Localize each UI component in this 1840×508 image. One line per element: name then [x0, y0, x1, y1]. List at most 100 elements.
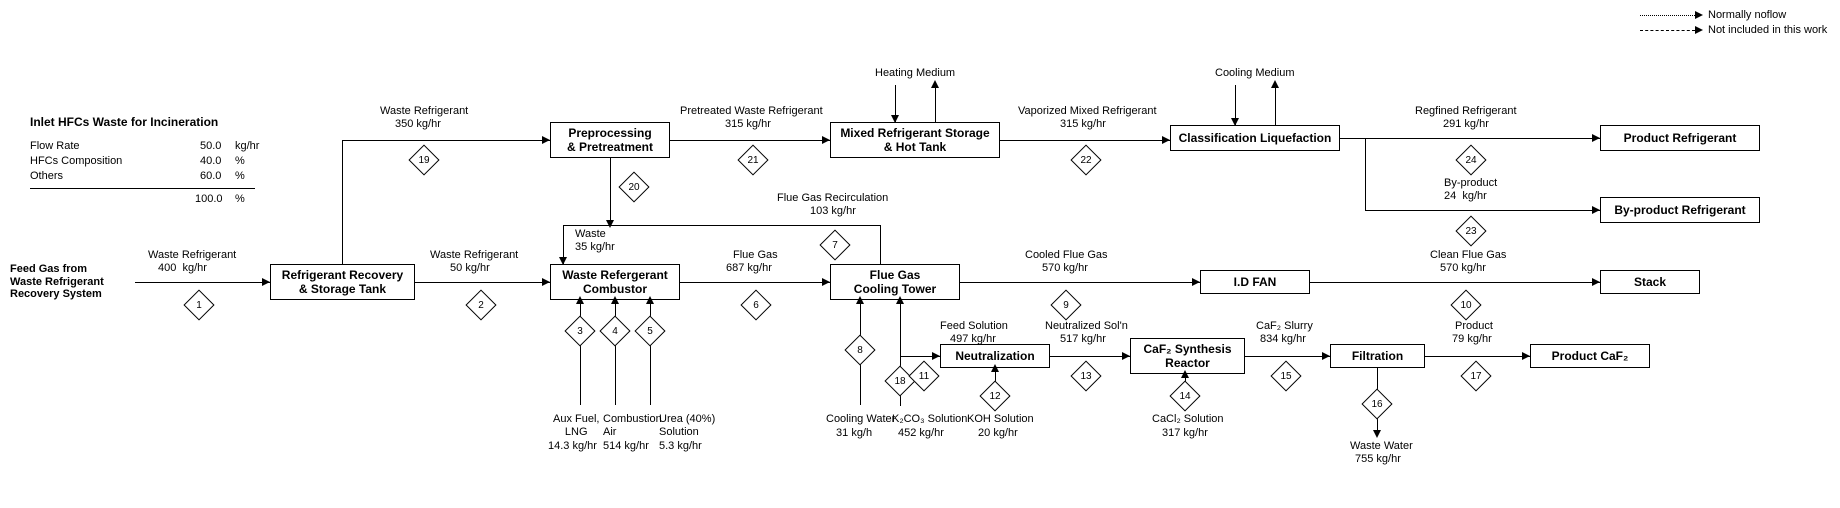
unit-s1: kg/hr: [182, 262, 206, 274]
legend-dashdot-arrow: [1695, 26, 1703, 34]
rate-s10: 570: [1440, 262, 1458, 274]
line-s18-top: [900, 300, 901, 358]
inlet-row-val-2: 60.0: [200, 170, 221, 182]
name-s22: Vaporized Mixed Refrigerant: [1018, 105, 1157, 117]
num-s20: 20: [623, 182, 645, 193]
unit-s22: kg/hr: [1081, 118, 1105, 130]
line-s15: [1245, 356, 1330, 357]
arrow-heating-in: [891, 115, 899, 123]
unit-s13: kg/hr: [1081, 333, 1105, 345]
unit-s21: kg/hr: [746, 118, 770, 130]
unit-s15: kg/hr: [1281, 333, 1305, 345]
num-s17: 17: [1465, 371, 1487, 382]
unit-s23: kg/hr: [1462, 190, 1486, 202]
name-s13: Neutralized Sol'n: [1045, 320, 1128, 332]
num-s14: 14: [1174, 391, 1196, 402]
inlet-row-label-2: Others: [30, 170, 63, 182]
name-s21: Pretreated Waste Refrigerant: [680, 105, 823, 117]
num-s11: 11: [913, 371, 935, 382]
inlet-row-label-1: HFCs Composition: [30, 155, 122, 167]
rate-s23: 24: [1444, 190, 1456, 202]
arrow-s16: [1373, 430, 1381, 438]
block-prod-caf2: Product CaF₂: [1530, 344, 1650, 368]
arrow-combustor-to-cooltower: [822, 278, 830, 286]
unit-s18: kg/hr: [919, 427, 943, 439]
rate-s17: 79: [1452, 333, 1464, 345]
arrow-s13: [1122, 352, 1130, 360]
num-s18: 18: [889, 376, 911, 387]
rate-s11: 497: [950, 333, 968, 345]
line-prepro-to-mixstore: [670, 140, 830, 141]
rate-s1: 400: [158, 262, 176, 274]
unit-s7: kg/hr: [831, 205, 855, 217]
rate-s8: 31: [836, 427, 848, 439]
line-prepro-waste: [610, 158, 611, 223]
arrow-s14: [1181, 370, 1189, 378]
line-cooltower-to-idfan: [960, 282, 1200, 283]
rate-s16: 755: [1355, 453, 1373, 465]
name-s18: K₂CO₃ Solution: [892, 413, 967, 426]
name-s15: CaF₂ Slurry: [1256, 320, 1313, 332]
rate-s5: 5.3: [659, 440, 674, 452]
block-caf2react: CaF₂ Synthesis Reactor: [1130, 338, 1245, 374]
unit-s2: kg/hr: [465, 262, 489, 274]
name-s14: CaCl₂ Solution: [1152, 413, 1224, 425]
line-s17: [1425, 356, 1530, 357]
rate-s7: 103: [810, 205, 828, 217]
line-s13: [1050, 356, 1130, 357]
name-s4: Combustion Air: [603, 413, 662, 438]
line-idfan-to-stack: [1310, 282, 1600, 283]
arrow-feed-to-recovery: [262, 278, 270, 286]
rate-s14: 317: [1162, 427, 1180, 439]
rate-s22: 315: [1060, 118, 1078, 130]
rate-s20: 35: [575, 241, 587, 253]
name-s5: Urea (40%) Solution: [659, 413, 715, 438]
arrow-recovery-to-combustor: [542, 278, 550, 286]
block-prod-ref: Product Refrigerant: [1600, 125, 1760, 151]
arrow-s15: [1322, 352, 1330, 360]
num-s1: 1: [188, 300, 210, 311]
legend-dotted-line: [1640, 15, 1695, 16]
rate-s18: 452: [898, 427, 916, 439]
rate-s12: 20: [978, 427, 990, 439]
line-classliq-down: [1365, 138, 1366, 210]
num-s5: 5: [639, 326, 661, 337]
flowsheet-canvas: Normally noflow Not included in this wor…: [0, 0, 1840, 508]
block-filt: Filtration: [1330, 344, 1425, 368]
arrow-s11: [932, 352, 940, 360]
arrow-s5: [646, 296, 654, 304]
unit-s4: kg/hr: [624, 440, 648, 452]
unit-s16: kg/hr: [1376, 453, 1400, 465]
line-up-to-prepro: [342, 140, 550, 141]
rate-s24: 291: [1443, 118, 1461, 130]
block-classliq: Classification Liquefaction: [1170, 125, 1340, 151]
rate-s4: 514: [603, 440, 621, 452]
unit-s9: kg/hr: [1063, 262, 1087, 274]
name-s8: Cooling Water: [826, 413, 895, 426]
legend-dotted-arrow: [1695, 11, 1703, 19]
arrow-to-prepro: [542, 136, 550, 144]
inlet-title: Inlet HFCs Waste for Incineration: [30, 115, 218, 129]
name-s9: Cooled Flue Gas: [1025, 249, 1108, 261]
unit-s8: kg/h: [851, 427, 872, 439]
block-prepro: Preprocessing & Pretreatment: [550, 122, 670, 158]
unit-s10: kg/hr: [1461, 262, 1485, 274]
block-cooltower: Flue Gas Cooling Tower: [830, 264, 960, 300]
num-s16: 16: [1366, 399, 1388, 410]
num-s3: 3: [569, 326, 591, 337]
name-s11: Feed Solution: [940, 320, 1008, 332]
name-s24: Regfined Refrigerant: [1415, 105, 1517, 117]
inlet-row-label-0: Flow Rate: [30, 140, 80, 152]
arrow-cooling-out: [1271, 80, 1279, 88]
arrow-prepro-to-mixstore: [822, 136, 830, 144]
line-recirc-h: [563, 225, 880, 226]
num-s6: 6: [745, 300, 767, 311]
unit-s6: kg/hr: [747, 262, 771, 274]
num-s9: 9: [1055, 300, 1077, 311]
rate-s3: 14.3: [548, 440, 569, 452]
unit-s20: kg/hr: [590, 241, 614, 253]
num-s12: 12: [984, 391, 1006, 402]
arrow-mixstore-to-classliq: [1162, 136, 1170, 144]
num-s23: 23: [1460, 226, 1482, 237]
num-s19: 19: [413, 155, 435, 166]
